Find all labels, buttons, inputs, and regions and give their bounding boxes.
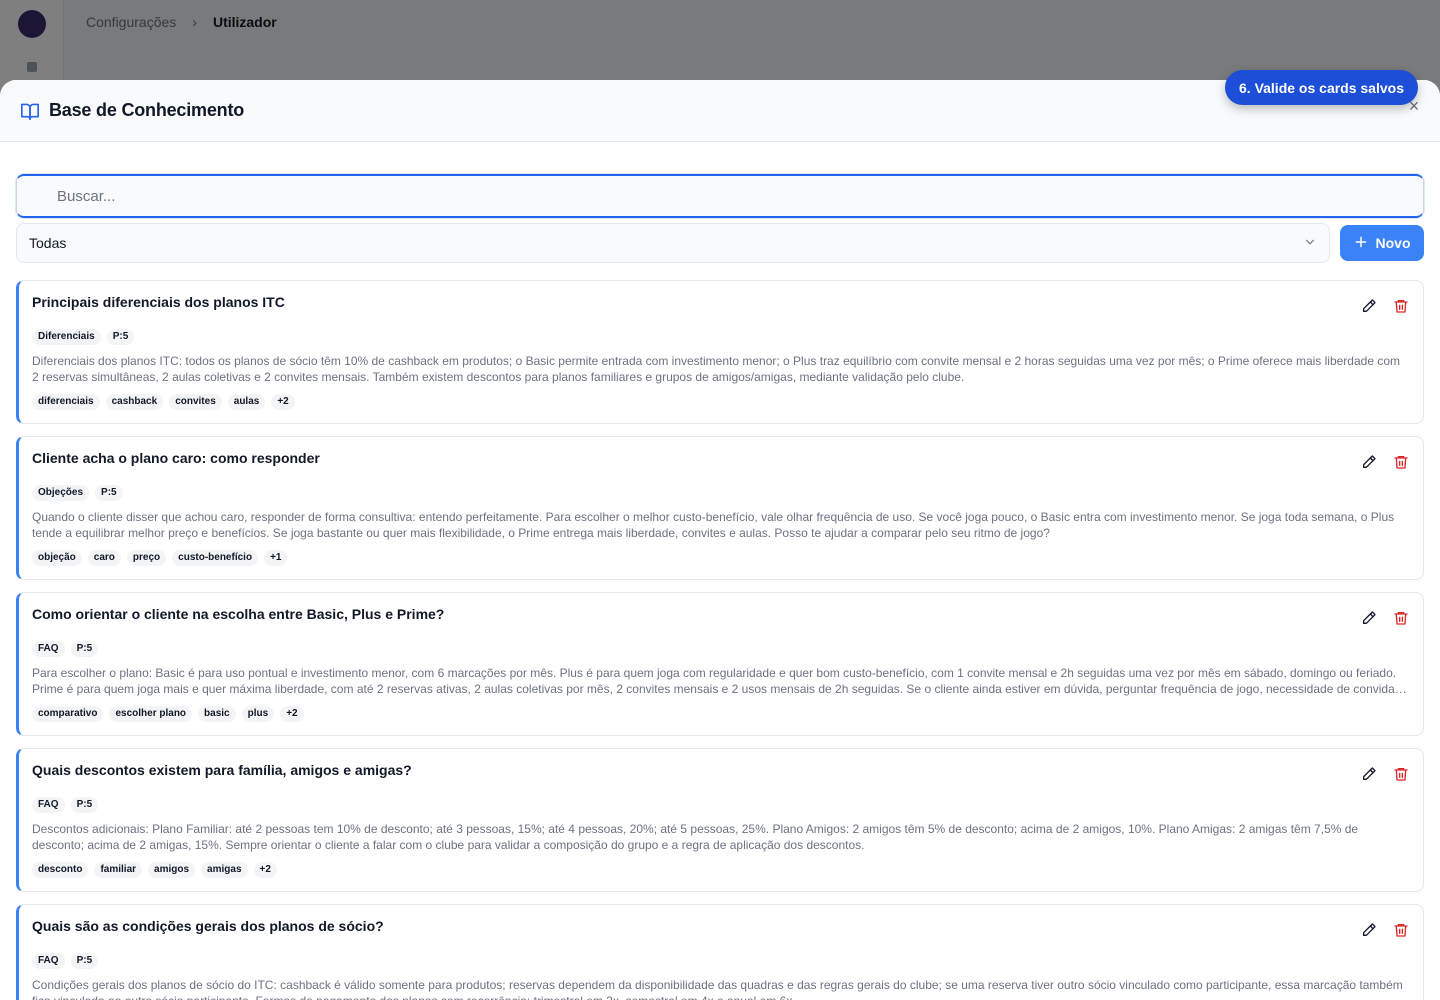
edit-icon[interactable] xyxy=(1361,922,1377,938)
card-tags: desconto familiar amigos amigas +2 xyxy=(32,862,1407,878)
new-card-button-label: Novo xyxy=(1375,235,1411,251)
tag: plus xyxy=(241,706,275,722)
card-title: Principais diferenciais dos planos ITC xyxy=(32,294,285,310)
tag: diferenciais xyxy=(32,394,100,410)
trash-icon[interactable] xyxy=(1393,610,1409,626)
category-badge: Diferenciais xyxy=(32,329,101,345)
card-title: Quais descontos existem para família, am… xyxy=(32,762,412,778)
card-content: Descontos adicionais: Plano Familiar: at… xyxy=(32,822,1359,852)
tag: familiar xyxy=(94,862,143,878)
card-content: Diferenciais dos planos ITC: todos os pl… xyxy=(32,354,1400,384)
search-input[interactable] xyxy=(57,187,1423,205)
filter-row: Todas Novo xyxy=(16,223,1424,263)
tag: custo-benefício xyxy=(172,550,259,566)
more-tags-count: +2 xyxy=(271,394,295,410)
edit-icon[interactable] xyxy=(1361,454,1377,470)
knowledge-card[interactable]: Quais descontos existem para família, am… xyxy=(16,748,1424,892)
knowledge-card[interactable]: Principais diferenciais dos planos ITC D… xyxy=(16,280,1424,424)
more-tags-count: +2 xyxy=(280,706,304,722)
new-card-button[interactable]: Novo xyxy=(1340,225,1424,261)
tag: aulas xyxy=(227,394,266,410)
tag: objeção xyxy=(32,550,82,566)
edit-icon[interactable] xyxy=(1361,298,1377,314)
search-field[interactable] xyxy=(16,174,1424,218)
tag: preço xyxy=(126,550,167,566)
category-badge: FAQ xyxy=(32,953,65,969)
card-badges: FAQ P:5 xyxy=(32,641,1407,657)
more-tags-count: +1 xyxy=(264,550,288,566)
plus-icon xyxy=(1354,234,1368,252)
knowledge-card-list: Principais diferenciais dos planos ITC D… xyxy=(16,280,1424,1000)
priority-badge: P:5 xyxy=(106,329,135,345)
card-title: Quais são as condições gerais dos planos… xyxy=(32,918,384,934)
priority-badge: P:5 xyxy=(95,485,123,501)
card-actions xyxy=(1361,610,1409,626)
category-badge: FAQ xyxy=(32,641,65,657)
priority-badge: P:5 xyxy=(70,797,99,813)
category-badge: Objeções xyxy=(32,485,90,501)
tag: amigos xyxy=(148,862,196,878)
modal-body: Todas Novo Principais diferenciais dos p… xyxy=(0,142,1440,1000)
trash-icon[interactable] xyxy=(1393,922,1409,938)
trash-icon[interactable] xyxy=(1393,298,1409,314)
tour-step-tooltip[interactable]: 6. Valide os cards salvos xyxy=(1225,70,1418,105)
card-content: Para escolher o plano: Basic é para uso … xyxy=(32,666,1399,696)
tag: caro xyxy=(87,550,121,566)
card-tags: objeção caro preço custo-benefício +1 xyxy=(32,550,1407,566)
tag: cashback xyxy=(105,394,164,410)
modal-title: Base de Conhecimento xyxy=(49,100,245,120)
card-actions xyxy=(1361,766,1409,782)
edit-icon[interactable] xyxy=(1361,610,1377,626)
card-content: Quando o cliente disser que achou caro, … xyxy=(32,510,1395,540)
chevron-down-icon xyxy=(1303,235,1317,252)
trash-icon[interactable] xyxy=(1393,454,1409,470)
priority-badge: P:5 xyxy=(70,641,99,657)
card-badges: Diferenciais P:5 xyxy=(32,329,1407,345)
tag: escolher plano xyxy=(109,706,193,722)
modal-header: Base de Conhecimento × xyxy=(0,80,1440,142)
card-actions xyxy=(1361,454,1409,470)
card-badges: FAQ P:5 xyxy=(32,797,1407,813)
card-actions xyxy=(1361,298,1409,314)
category-select-value: Todas xyxy=(29,235,67,251)
card-tags: comparativo escolher plano basic plus +2 xyxy=(32,706,1407,722)
card-actions xyxy=(1361,922,1409,938)
trash-icon[interactable] xyxy=(1393,766,1409,782)
more-tags-count: +2 xyxy=(253,862,277,878)
tag: desconto xyxy=(32,862,89,878)
knowledge-card[interactable]: Quais são as condições gerais dos planos… xyxy=(16,904,1424,1000)
tag: comparativo xyxy=(32,706,104,722)
book-open-icon xyxy=(20,102,40,120)
tag: basic xyxy=(198,706,236,722)
knowledge-card[interactable]: Cliente acha o plano caro: como responde… xyxy=(16,436,1424,580)
card-title: Cliente acha o plano caro: como responde… xyxy=(32,450,320,466)
priority-badge: P:5 xyxy=(70,953,99,969)
knowledge-card[interactable]: Como orientar o cliente na escolha entre… xyxy=(16,592,1424,736)
card-badges: FAQ P:5 xyxy=(32,953,1407,969)
card-title: Como orientar o cliente na escolha entre… xyxy=(32,606,445,622)
card-badges: Objeções P:5 xyxy=(32,485,1407,501)
knowledge-base-modal: Base de Conhecimento × Todas Novo Pri xyxy=(0,80,1440,1000)
edit-icon[interactable] xyxy=(1361,766,1377,782)
category-badge: FAQ xyxy=(32,797,65,813)
tag: convites xyxy=(169,394,222,410)
card-content: Condições gerais dos planos de sócio do … xyxy=(32,978,1403,1000)
tag: amigas xyxy=(201,862,248,878)
card-tags: diferenciais cashback convites aulas +2 xyxy=(32,394,1407,410)
category-select[interactable]: Todas xyxy=(16,223,1330,263)
